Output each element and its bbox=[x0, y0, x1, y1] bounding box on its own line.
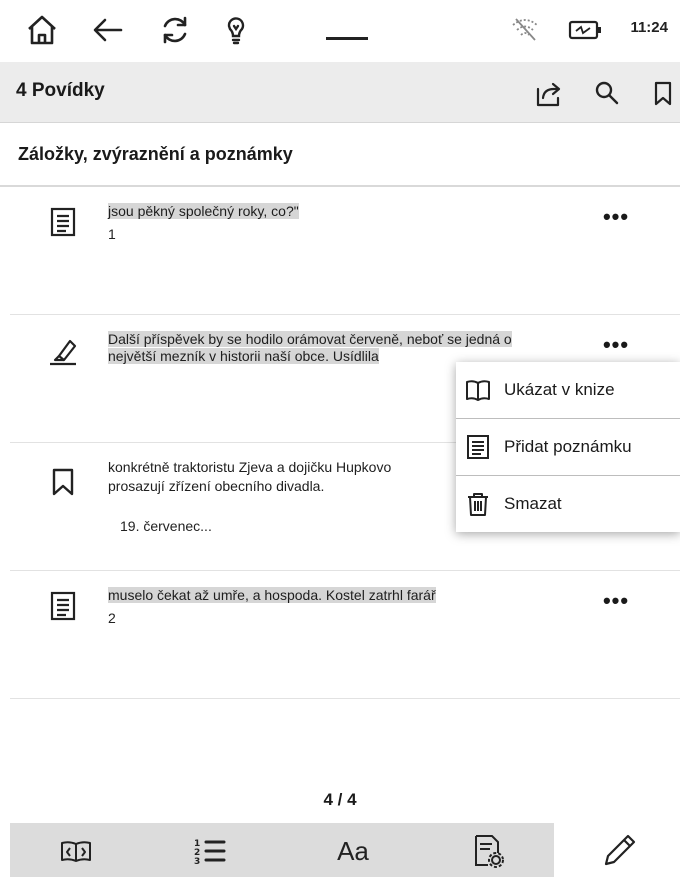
note-icon bbox=[46, 589, 80, 623]
book-title: 4 Povídky bbox=[16, 80, 105, 101]
context-menu: Ukázat v knize Přidat poznámku Smazat bbox=[456, 362, 680, 532]
item-text: konkrétně traktoristu Zjeva a dojičku Hu… bbox=[108, 459, 392, 475]
add-note-icon bbox=[464, 433, 492, 461]
item-note: 1 bbox=[108, 226, 116, 242]
wifi-off-icon[interactable] bbox=[508, 13, 542, 47]
list-item[interactable]: jsou pěkný společný roky, co?" 1 ••• bbox=[10, 187, 680, 314]
panel-handle[interactable] bbox=[326, 37, 368, 40]
reader-header: 4 Povídky bbox=[0, 62, 680, 123]
list-item[interactable]: muselo čekat až umře, a hospoda. Kostel … bbox=[10, 571, 680, 698]
trash-icon bbox=[464, 490, 492, 518]
bookmark-icon[interactable] bbox=[646, 76, 680, 110]
show-in-book-button[interactable]: Ukázat v knize bbox=[456, 362, 680, 418]
menu-label: Ukázat v knize bbox=[504, 380, 615, 399]
pen-icon[interactable] bbox=[598, 830, 640, 872]
item-text: jsou pěkný společný roky, co?" bbox=[108, 203, 299, 219]
frontlight-icon[interactable] bbox=[216, 10, 256, 50]
menu-label: Přidat poznámku bbox=[504, 437, 632, 456]
more-button[interactable]: ••• bbox=[598, 206, 634, 228]
item-note: 2 bbox=[108, 610, 116, 626]
item-date: 19. červenec... bbox=[120, 518, 212, 534]
search-icon[interactable] bbox=[590, 76, 624, 110]
back-icon[interactable] bbox=[88, 10, 128, 50]
add-note-button[interactable]: Přidat poznámku bbox=[456, 419, 680, 475]
share-icon[interactable] bbox=[532, 76, 566, 110]
menu-label: Smazat bbox=[504, 494, 562, 513]
home-icon[interactable] bbox=[22, 10, 62, 50]
open-book-icon bbox=[464, 376, 492, 404]
bottom-toolbar: 1 2 3 Aa bbox=[10, 823, 554, 877]
bookmark-icon bbox=[46, 465, 80, 499]
divider bbox=[10, 698, 680, 699]
font-settings-icon[interactable]: Aa bbox=[328, 833, 378, 869]
status-bar: 11:24 bbox=[0, 0, 680, 58]
item-text: muselo čekat až umře, a hospoda. Kostel … bbox=[108, 587, 436, 603]
item-text: Další příspěvek by se hodilo orámovat če… bbox=[108, 331, 512, 364]
highlighter-icon bbox=[46, 333, 80, 367]
document-settings-icon[interactable] bbox=[470, 833, 506, 869]
note-icon bbox=[46, 205, 80, 239]
page-indicator: 4 / 4 bbox=[323, 790, 357, 809]
table-of-contents-icon[interactable]: 1 2 3 bbox=[192, 833, 228, 869]
more-button[interactable]: ••• bbox=[598, 590, 634, 612]
clock: 11:24 bbox=[630, 19, 668, 36]
svg-text:3: 3 bbox=[194, 857, 200, 867]
delete-button[interactable]: Smazat bbox=[456, 476, 680, 532]
more-button[interactable]: ••• bbox=[598, 334, 634, 356]
battery-charging-icon bbox=[568, 17, 604, 43]
page-turn-icon[interactable] bbox=[58, 833, 94, 869]
sync-icon[interactable] bbox=[155, 10, 195, 50]
section-title: Záložky, zvýraznění a poznámky bbox=[18, 144, 293, 164]
